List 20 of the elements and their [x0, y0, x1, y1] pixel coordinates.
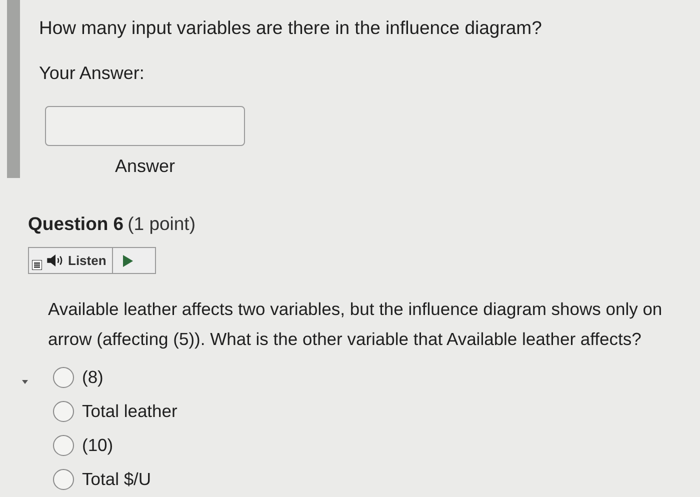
- option-label: (8): [82, 366, 104, 388]
- answer-field[interactable]: [45, 106, 245, 146]
- radio-button[interactable]: [53, 400, 74, 422]
- option-label: Total $/U: [82, 468, 152, 490]
- menu-icon[interactable]: [32, 260, 42, 270]
- question-title: Question 6: [28, 213, 124, 234]
- question-text: How many input variables are there in the influence diagram?: [39, 17, 543, 39]
- radio-button[interactable]: [53, 468, 74, 490]
- question-points: (1 point): [128, 213, 196, 234]
- question-text: Available leather affects two variables, but the influence diagram shows only on arrow (affecting (5)). What is the other variable that Available leather affects?: [48, 298, 664, 351]
- radio-button[interactable]: [53, 434, 74, 456]
- listen-button[interactable]: Listen: [42, 248, 114, 273]
- speaker-icon: [47, 254, 64, 267]
- play-icon: [123, 254, 134, 266]
- radio-button[interactable]: [53, 366, 74, 388]
- answer-label: Your Answer:: [39, 63, 146, 84]
- field-caption: Answer: [115, 156, 176, 177]
- option-label: Total leather: [82, 400, 178, 422]
- caret-icon: [22, 380, 28, 384]
- option-label: (10): [82, 434, 114, 456]
